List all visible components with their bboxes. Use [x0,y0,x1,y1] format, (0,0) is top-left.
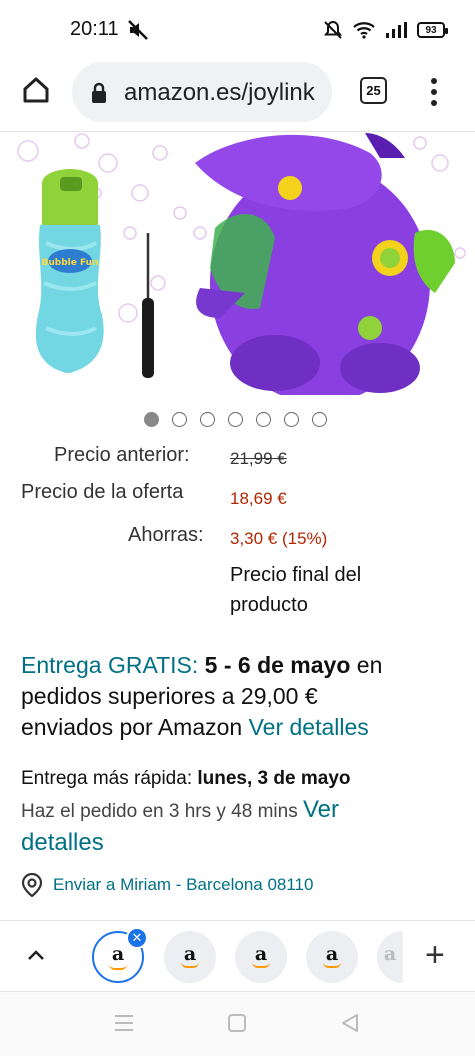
image-carousel-dots [144,412,327,427]
tab-item[interactable]: a [306,931,358,983]
overflow-menu-button[interactable] [424,72,444,112]
fast-details-link-part2[interactable]: detalles [21,829,104,856]
old-price-label: Precio anterior: [54,444,190,466]
fast-delivery-info: Entrega más rápida: lunes, 3 de mayo Haz… [21,763,461,860]
ship-to-link[interactable]: Enviar a Miriam - Barcelona 08110 [21,873,313,897]
tab-item-partial[interactable]: a [377,931,403,983]
deal-price: 18,69 € [230,489,287,508]
amazon-logo-icon: a [383,943,397,965]
deal-price-row: Precio de la oferta [21,481,183,504]
delivery-threshold: pedidos superiores a 29,00 € [21,683,318,709]
mute-icon [128,20,148,40]
free-delivery-info: Entrega GRATIS: 5 - 6 de mayo en pedidos… [21,650,461,743]
savings-amount: 3,30 € (15%) [230,529,328,548]
carousel-dot[interactable] [144,412,159,427]
savings-value-row: 3,30 € (15%) [230,527,327,550]
old-price-value-row: 21,99 € [230,447,287,470]
home-icon [23,77,49,103]
tab-item[interactable]: a [164,931,216,983]
address-bar[interactable]: amazon.es/joylink [72,62,332,122]
back-triangle-icon[interactable] [340,1013,360,1033]
order-within-text: Haz el pedido en 3 hrs y 48 mins [21,801,298,822]
fast-delivery-label: Entrega más rápida: [21,768,193,789]
old-price: 21,99 € [230,449,287,468]
final-price-note-line2: producto [230,594,308,616]
system-navigation-bar [0,993,475,1056]
tab-item[interactable]: a [235,931,287,983]
carousel-dot[interactable] [200,412,215,427]
product-image[interactable]: Bubble Fun [0,133,475,395]
chevron-up-icon[interactable] [24,943,48,967]
alarm-off-icon [323,20,343,39]
free-delivery-label: Entrega GRATIS: [21,652,199,678]
tab-switcher-button[interactable]: 25 [360,77,387,104]
status-bar: 20:11 93 [0,0,475,58]
fast-details-link-part1[interactable]: Ver [303,796,339,823]
old-price-row: Precio anterior: [54,444,190,467]
battery-icon: 93 [417,22,448,38]
carousel-dot[interactable] [172,412,187,427]
lock-icon [92,82,106,103]
product-photo: Bubble Fun [17,133,466,395]
fast-delivery-date: lunes, 3 de mayo [197,768,351,789]
delivery-shipped-by: enviados por Amazon [21,714,243,740]
new-tab-icon[interactable]: + [425,937,445,973]
delivery-details-link[interactable]: Ver detalles [249,714,369,740]
savings-label: Ahorras: [128,524,204,546]
delivery-dates: 5 - 6 de mayo [204,652,351,678]
bottle-label: Bubble Fun [42,258,99,268]
deal-price-label: Precio de la oferta [21,481,184,503]
close-tab-icon[interactable]: ✕ [126,927,148,949]
carousel-dot[interactable] [284,412,299,427]
recents-menu-icon[interactable] [113,1013,135,1033]
tab-strip: a ✕ a a a a + [0,920,475,992]
deal-price-value-row: 18,69 € [230,487,287,510]
wifi-icon [353,22,375,39]
location-pin-icon [21,873,43,897]
amazon-logo-icon: a [111,943,125,965]
final-price-note-line1: Precio final del [230,564,362,586]
home-button[interactable] [18,72,54,108]
signal-icon [386,22,407,38]
carousel-dot[interactable] [228,412,243,427]
tab-current[interactable]: a ✕ [92,927,148,983]
ship-to-text: Enviar a Miriam - Barcelona 08110 [53,875,314,894]
carousel-dot[interactable] [256,412,271,427]
savings-row: Ahorras: [128,524,204,547]
home-square-icon[interactable] [227,1013,247,1033]
clock: 20:11 [70,18,119,40]
final-price-note: Precio final del producto [230,560,361,620]
carousel-dot[interactable] [312,412,327,427]
url-text: amazon.es/joylink [124,79,315,106]
browser-toolbar: amazon.es/joylink 25 [0,58,475,132]
delivery-text-after: en [356,652,383,678]
